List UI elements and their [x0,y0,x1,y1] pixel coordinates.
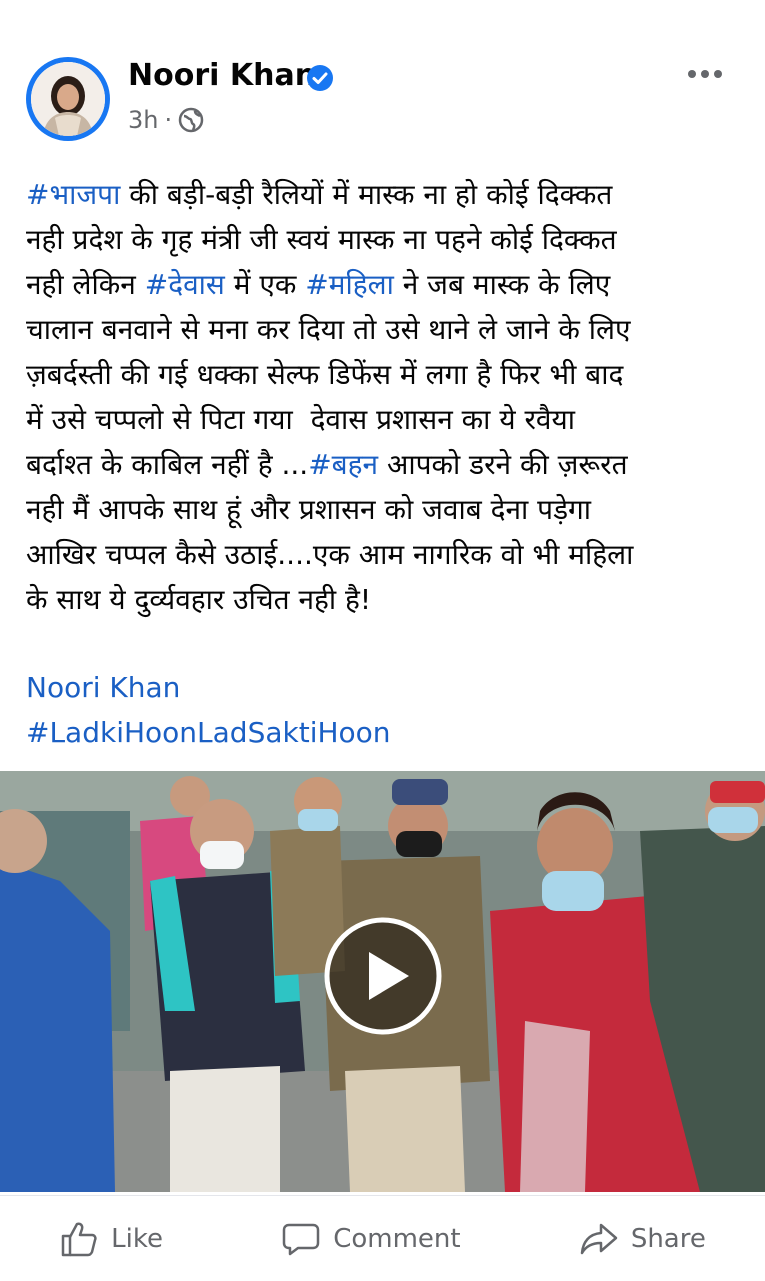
post-text-segment: नही प्रदेश के गृह मंत्री जी स्वयं मास्क … [26,223,617,256]
post-actions-bar: Like Comment Share [0,1195,765,1281]
author-avatar[interactable] [26,57,110,141]
post-text-segment: आपको डरने की ज़रूरत [378,448,628,481]
post-text-line: आखिर चप्पल कैसे उठाई....एक आम नागरिक वो … [26,532,746,577]
post-text-segment: नही लेकिन [26,268,145,301]
post-header: Noori Khan 3h · [0,0,765,160]
verified-badge-icon [307,65,333,91]
post-text-line: #भाजपा की बड़ी-बड़ी रैलियों में मास्क ना… [26,172,746,217]
meta-separator: · [164,106,173,134]
hashtag-link[interactable]: #भाजपा [26,178,120,211]
more-dot-icon [688,70,696,78]
play-button-icon[interactable] [323,916,443,1036]
post-text-segment: बर्दाश्त के काबिल नहीं है ... [26,448,309,481]
post-text-line: चालान बनवाने से मना कर दिया तो उसे थाने … [26,307,746,352]
avatar-photo-icon [31,62,105,136]
post-text-segment: आखिर चप्पल कैसे उठाई....एक आम नागरिक वो … [26,538,634,571]
post-text-line: के साथ ये दुर्व्यवहार उचित नही है! [26,577,746,622]
post-text-line: में उसे चप्पलो से पिटा गया देवास प्रशासन… [26,397,746,442]
share-arrow-icon [580,1223,618,1254]
hashtag-link[interactable]: #महिला [305,268,394,301]
comment-button[interactable]: Comment [281,1219,461,1259]
post-text-segment: ज़बर्दस्ती की गई धक्का सेल्फ डिफेंस में … [26,358,624,391]
thumbs-up-icon [61,1222,97,1256]
comment-bubble-icon [282,1223,320,1255]
share-button[interactable]: Share [579,1219,706,1259]
post-text-segment: में उसे चप्पलो से पिटा गया देवास प्रशासन… [26,403,575,436]
post-text-line: बर्दाश्त के काबिल नहीं है ...#बहन आपको ड… [26,442,746,487]
hashtag-link[interactable]: #देवास [145,268,225,301]
comment-label: Comment [333,1223,461,1254]
like-label: Like [111,1223,163,1254]
globe-icon[interactable] [178,107,204,133]
post-text-segment: के साथ ये दुर्व्यवहार उचित नही है! [26,583,372,616]
post-text-line: नही मैं आपके साथ हूं और प्रशासन को जवाब … [26,487,746,532]
avatar-image [31,62,105,136]
more-options-button[interactable] [688,62,728,86]
share-label: Share [630,1223,706,1254]
post-time[interactable]: 3h [128,106,158,134]
post-text-segment: ने जब मास्क के लिए [393,268,611,301]
post-text-line: ज़बर्दस्ती की गई धक्का सेल्फ डिफेंस में … [26,352,746,397]
post-text-line: नही प्रदेश के गृह मंत्री जी स्वयं मास्क … [26,217,746,262]
post-text-segment: की बड़ी-बड़ी रैलियों में मास्क ना हो कोई… [120,178,613,211]
post-text-line: नही लेकिन #देवास में एक #महिला ने जब मास… [26,262,746,307]
post-meta: 3h · [128,106,204,134]
more-dot-icon [701,70,709,78]
post-text-segment: में एक [224,268,306,301]
post-signature-block: Noori Khan #LadkiHoonLadSaktiHoon [26,665,391,755]
hashtag-link[interactable]: #बहन [308,448,378,481]
author-name[interactable]: Noori Khan [128,58,316,93]
like-button[interactable]: Like [59,1219,163,1259]
post-body: #भाजपा की बड़ी-बड़ी रैलियों में मास्क ना… [26,172,746,622]
signature-link[interactable]: Noori Khan [26,665,391,710]
hashtag-link[interactable]: #LadkiHoonLadSaktiHoon [26,710,391,755]
more-dot-icon [714,70,722,78]
post-text-segment: नही मैं आपके साथ हूं और प्रशासन को जवाब … [26,493,592,526]
post-text-segment: चालान बनवाने से मना कर दिया तो उसे थाने … [26,313,631,346]
